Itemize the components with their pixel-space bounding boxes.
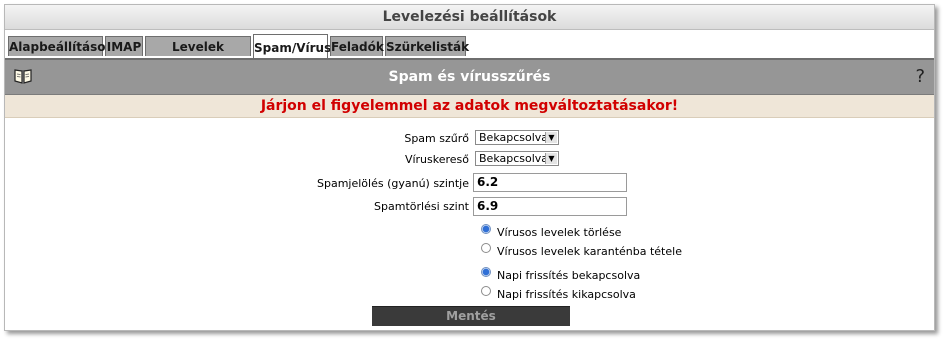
- virus-quarantine-radio[interactable]: [481, 243, 491, 253]
- section-header: Spam és vírusszűrés ?: [5, 60, 934, 95]
- spam-delete-level-input[interactable]: 6.9: [473, 197, 627, 216]
- virus-scanner-value: Bekapcsolva: [479, 152, 549, 165]
- tab-bar: Alapbeállítások IMAP Levelek letöltése S…: [5, 30, 934, 74]
- daily-update-on-radio[interactable]: [481, 267, 491, 277]
- tab-imap[interactable]: IMAP: [105, 36, 143, 56]
- warning-message: Járjon el figyelemmel az adatok megválto…: [5, 95, 934, 118]
- virus-scanner-select[interactable]: Bekapcsolva ▼: [475, 151, 559, 166]
- spam-filter-value: Bekapcsolva: [479, 131, 549, 144]
- spam-mark-level-input[interactable]: 6.2: [473, 173, 627, 192]
- help-icon[interactable]: ?: [915, 60, 925, 94]
- daily-update-on-label: Napi frissítés bekapcsolva: [497, 269, 641, 282]
- tab-spam-virus[interactable]: Spam/Vírus: [253, 34, 331, 58]
- daily-update-off-label: Napi frissítés kikapcsolva: [497, 288, 636, 301]
- virus-delete-radio[interactable]: [481, 224, 491, 234]
- settings-window: Levelezési beállítások Alapbeállítások I…: [4, 4, 935, 331]
- virus-scanner-label: Víruskereső: [404, 153, 469, 166]
- tab-senders[interactable]: Feladók: [330, 36, 384, 56]
- tab-mail-download[interactable]: Levelek letöltése: [145, 36, 251, 74]
- spam-filter-label: Spam szűrő: [404, 132, 469, 145]
- tab-greylists[interactable]: Szürkelisták: [385, 36, 469, 56]
- section-title: Spam és vírusszűrés: [388, 69, 551, 85]
- book-icon[interactable]: [14, 68, 32, 84]
- spam-filter-select[interactable]: Bekapcsolva ▼: [475, 130, 559, 145]
- spam-delete-level-label: Spamtörlési szint: [374, 200, 469, 213]
- tab-basic-settings[interactable]: Alapbeállítások: [8, 36, 113, 56]
- chevron-down-icon: ▼: [545, 153, 557, 164]
- daily-update-off-radio[interactable]: [481, 286, 491, 296]
- spam-mark-level-label: Spamjelölés (gyanú) szintje: [316, 177, 469, 190]
- chevron-down-icon: ▼: [545, 132, 557, 143]
- save-button[interactable]: Mentés: [372, 306, 570, 326]
- virus-delete-label: Vírusos levelek törlése: [497, 226, 622, 239]
- window-title: Levelezési beállítások: [5, 5, 934, 30]
- virus-quarantine-label: Vírusos levelek karanténba tétele: [497, 245, 682, 258]
